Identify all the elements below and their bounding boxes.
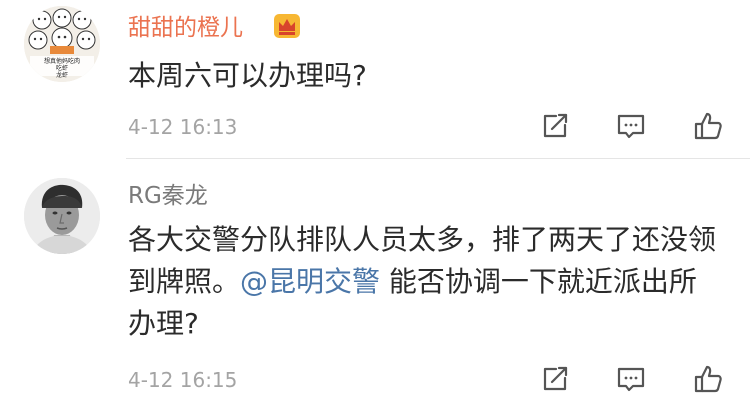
avatar-image: 想真他妈吃肉 吃虾 龙虾 — [24, 6, 100, 82]
comment-actions — [539, 110, 724, 142]
username[interactable]: 甜甜的橙儿 — [128, 14, 243, 42]
comment-text: 本周六可以办理吗? — [128, 59, 367, 92]
username[interactable]: RG秦龙 — [128, 182, 208, 210]
comment-text: 各大交警分队排队人员太多，排了两天了还没领到牌照。@昆明交警 能否协调一下就近派… — [128, 219, 718, 345]
svg-text:想真他妈吃肉: 想真他妈吃肉 — [44, 57, 80, 65]
divider — [126, 158, 750, 159]
thumbs-up-icon[interactable] — [692, 363, 724, 395]
comment-item: RG秦龙 各大交警分队排队人员太多，排了两天了还没领到牌照。@昆明交警 能否协调… — [0, 160, 750, 414]
comment-time: 4-12 16:13 — [128, 115, 238, 139]
thumbs-up-icon[interactable] — [692, 110, 724, 142]
avatar-image — [24, 178, 100, 254]
avatar[interactable] — [24, 178, 100, 254]
comment-time: 4-12 16:15 — [128, 368, 238, 392]
avatar[interactable]: 想真他妈吃肉 吃虾 龙虾 — [24, 6, 100, 82]
comment-item: 想真他妈吃肉 吃虾 龙虾 甜甜的橙儿 本周六可以办理吗? 4-12 16:13 — [0, 0, 750, 160]
comment-icon[interactable] — [615, 363, 647, 395]
comment-icon[interactable] — [615, 110, 647, 142]
comment-actions — [539, 363, 724, 395]
share-icon[interactable] — [539, 110, 571, 142]
svg-text:吃虾: 吃虾 — [56, 64, 68, 72]
crown-vip-icon[interactable] — [273, 12, 301, 40]
share-icon[interactable] — [539, 363, 571, 395]
mention-link[interactable]: @昆明交警 — [240, 265, 380, 298]
svg-text:龙虾: 龙虾 — [56, 71, 68, 79]
